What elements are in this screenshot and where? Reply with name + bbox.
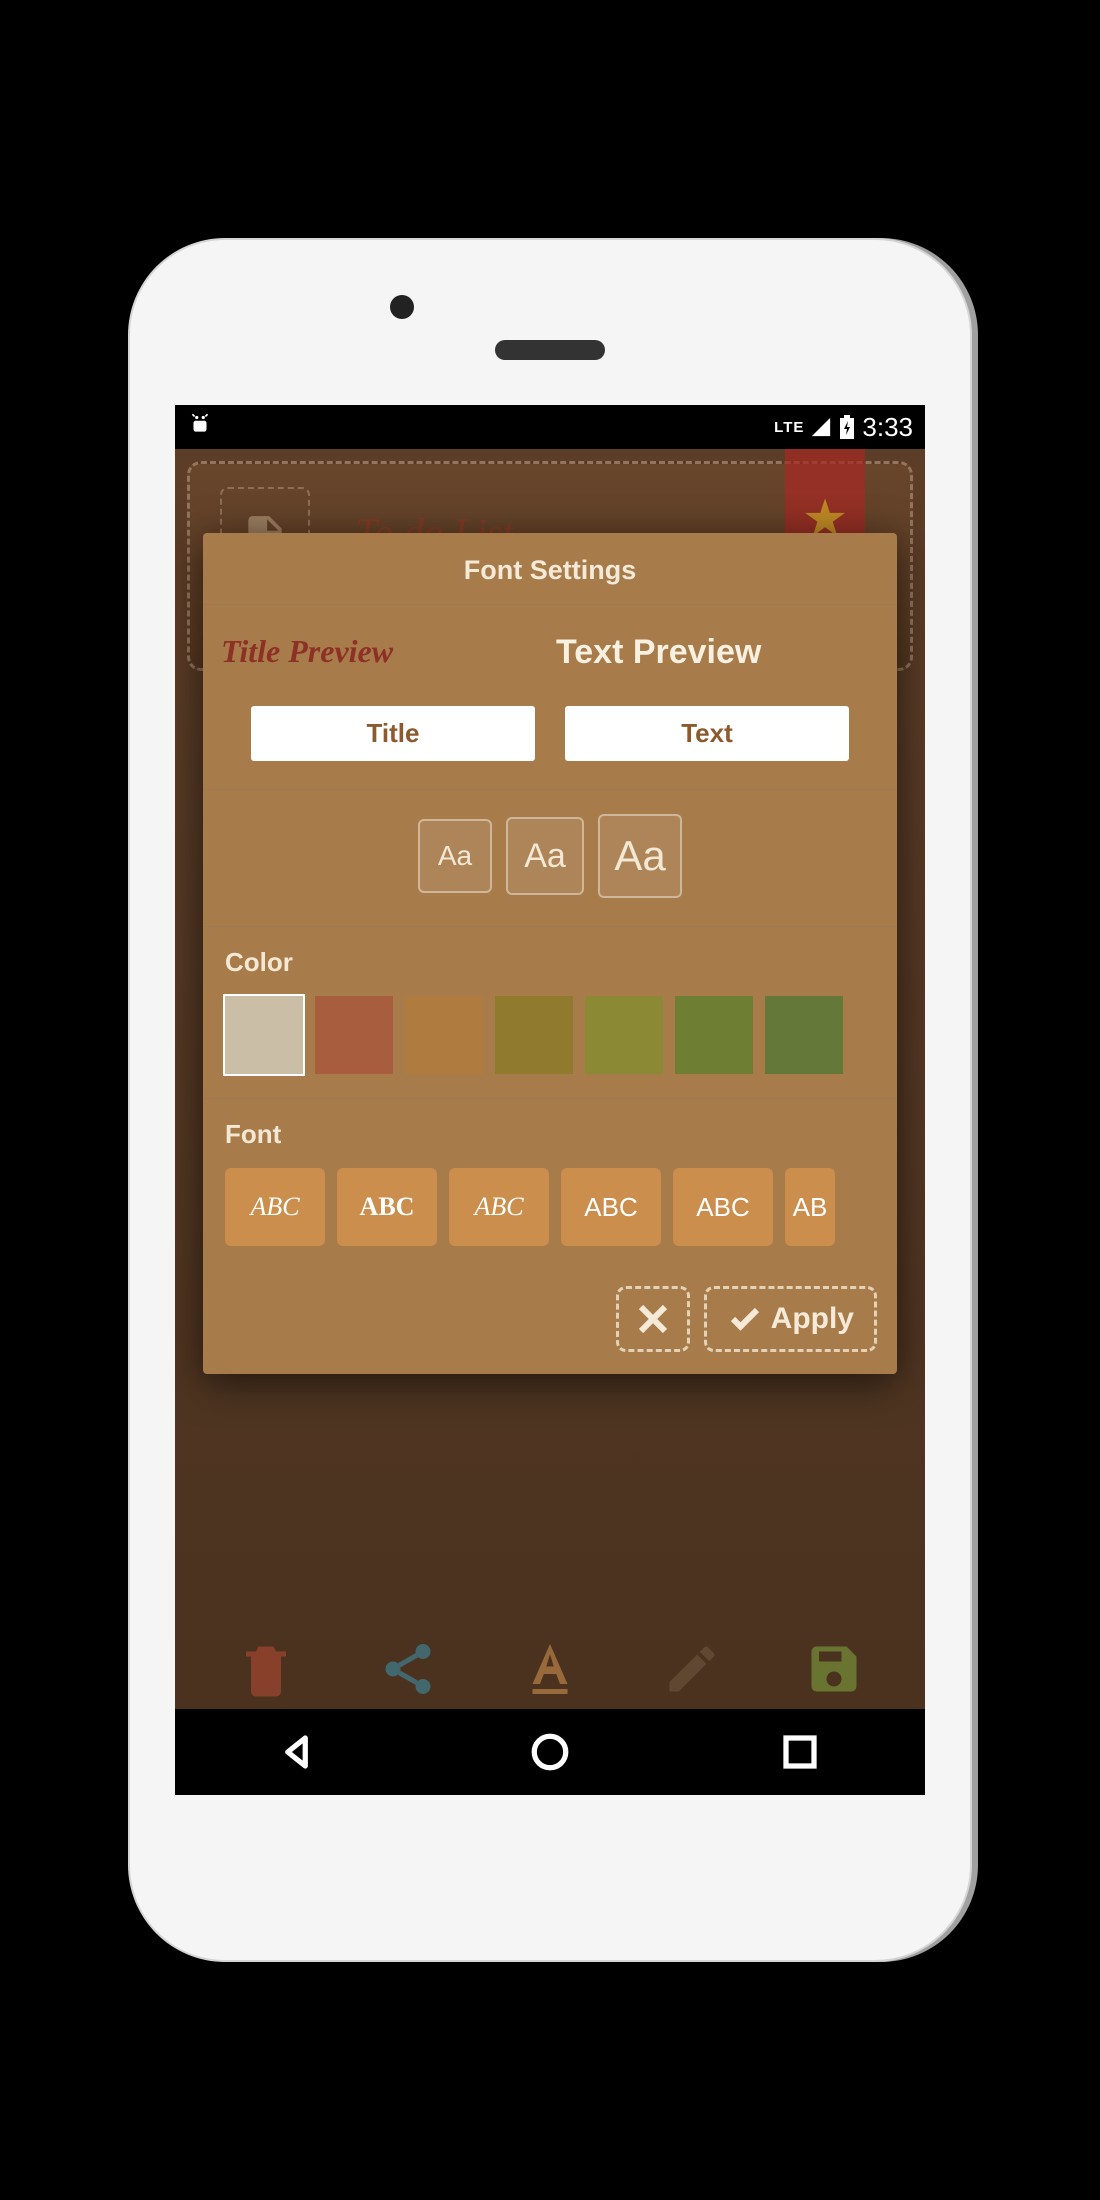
front-camera [390, 295, 414, 319]
dialog-title: Font Settings [203, 533, 897, 604]
font-option-3[interactable]: ABC [449, 1168, 549, 1246]
preview-row: Title Preview Text Preview [203, 605, 897, 682]
screen: LTE 3:33 To do List **** [175, 405, 925, 1795]
color-swatch-7[interactable] [765, 996, 843, 1074]
nav-back-icon[interactable] [279, 1731, 321, 1773]
battery-icon [838, 415, 856, 439]
close-icon [635, 1301, 671, 1337]
share-icon[interactable] [378, 1639, 438, 1699]
color-swatch-6[interactable] [675, 996, 753, 1074]
font-option-1[interactable]: ABC [225, 1168, 325, 1246]
tab-title-button[interactable]: Title [251, 706, 535, 761]
font-option-2[interactable]: ABC [337, 1168, 437, 1246]
edit-icon[interactable] [662, 1639, 722, 1699]
font-option-6[interactable]: AB [785, 1168, 835, 1246]
device-frame: LTE 3:33 To do List **** [130, 240, 970, 1960]
size-medium-button[interactable]: Aa [506, 817, 584, 895]
font-row: ABC ABC ABC ABC ABC AB [203, 1164, 897, 1270]
status-debug-icon [187, 411, 213, 443]
size-row: Aa Aa Aa [203, 790, 897, 926]
trash-icon[interactable] [236, 1639, 296, 1699]
nav-home-icon[interactable] [529, 1731, 571, 1773]
title-preview: Title Preview [221, 633, 544, 672]
cancel-button[interactable] [616, 1286, 690, 1352]
color-swatch-4[interactable] [495, 996, 573, 1074]
font-icon[interactable] [520, 1639, 580, 1699]
size-large-button[interactable]: Aa [598, 814, 682, 898]
color-swatch-5[interactable] [585, 996, 663, 1074]
check-icon [727, 1301, 763, 1337]
color-swatch-2[interactable] [315, 996, 393, 1074]
status-bar: LTE 3:33 [175, 405, 925, 449]
color-label: Color [203, 927, 897, 992]
font-label: Font [203, 1099, 897, 1164]
signal-icon [810, 416, 832, 438]
font-settings-dialog: Font Settings Title Preview Text Preview… [203, 533, 897, 1374]
save-icon[interactable] [804, 1639, 864, 1699]
speaker-grill [495, 340, 605, 360]
font-option-5[interactable]: ABC [673, 1168, 773, 1246]
tab-row: Title Text [203, 682, 897, 789]
app-body: To do List **** Font Settings Title Prev… [175, 449, 925, 1709]
font-option-4[interactable]: ABC [561, 1168, 661, 1246]
apply-label: Apply [771, 1302, 854, 1336]
color-swatch-1[interactable] [225, 996, 303, 1074]
color-swatch-3[interactable] [405, 996, 483, 1074]
dialog-buttons: Apply [203, 1270, 897, 1374]
clock: 3:33 [862, 412, 913, 443]
color-row [203, 992, 897, 1098]
size-small-button[interactable]: Aa [418, 819, 492, 893]
bottom-toolbar [175, 1639, 925, 1699]
text-preview: Text Preview [544, 633, 879, 672]
tab-text-button[interactable]: Text [565, 706, 849, 761]
lte-label: LTE [774, 419, 804, 436]
nav-recent-icon[interactable] [779, 1731, 821, 1773]
nav-bar [175, 1709, 925, 1795]
apply-button[interactable]: Apply [704, 1286, 877, 1352]
